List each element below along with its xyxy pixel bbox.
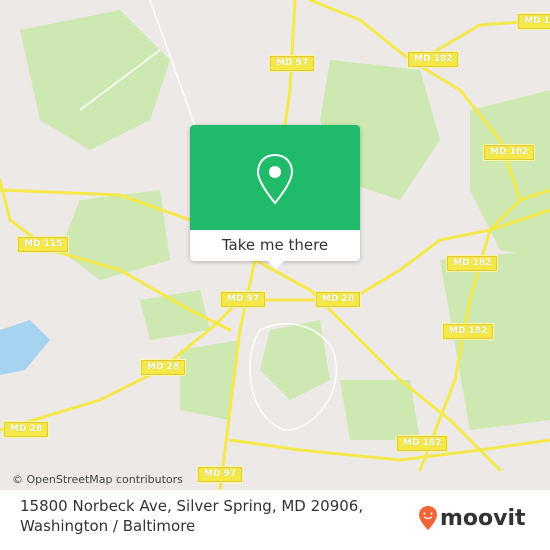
road-label: MD 182 — [445, 255, 499, 272]
location-pin-icon — [256, 153, 294, 205]
road-label: MD 28 — [2, 421, 50, 438]
take-me-there-button[interactable]: Take me there — [190, 230, 360, 261]
road-label: MD 182 — [406, 51, 460, 68]
road-label: MD 182 — [395, 435, 449, 452]
road-label: MD 28 — [314, 291, 362, 308]
moovit-logo[interactable]: moovit — [418, 505, 526, 531]
brand-name: moovit — [440, 505, 526, 531]
popup-header — [190, 125, 360, 230]
map-attribution[interactable]: © OpenStreetMap contributors — [0, 470, 189, 490]
road-label: MD 115 — [16, 236, 70, 253]
moovit-pin-icon — [419, 506, 437, 530]
road-label: MD 182 — [482, 144, 536, 161]
road-label: MD 182 — [441, 323, 495, 340]
road-label: MD 28 — [139, 359, 187, 376]
road-label: MD 97 — [219, 291, 267, 308]
road-label: MD 97 — [196, 466, 244, 483]
water-body — [0, 320, 50, 375]
take-me-there-popup[interactable]: Take me there — [190, 125, 360, 269]
address-line-1: 15800 Norbeck Ave, Silver Spring, MD 209… — [20, 497, 364, 515]
address-line-2: Washington / Baltimore — [20, 517, 196, 535]
road-label: MD 97 — [268, 55, 316, 72]
address: 15800 Norbeck Ave, Silver Spring, MD 209… — [20, 496, 363, 536]
popup-pointer — [268, 261, 284, 269]
road-label: MD 10 — [516, 13, 550, 30]
